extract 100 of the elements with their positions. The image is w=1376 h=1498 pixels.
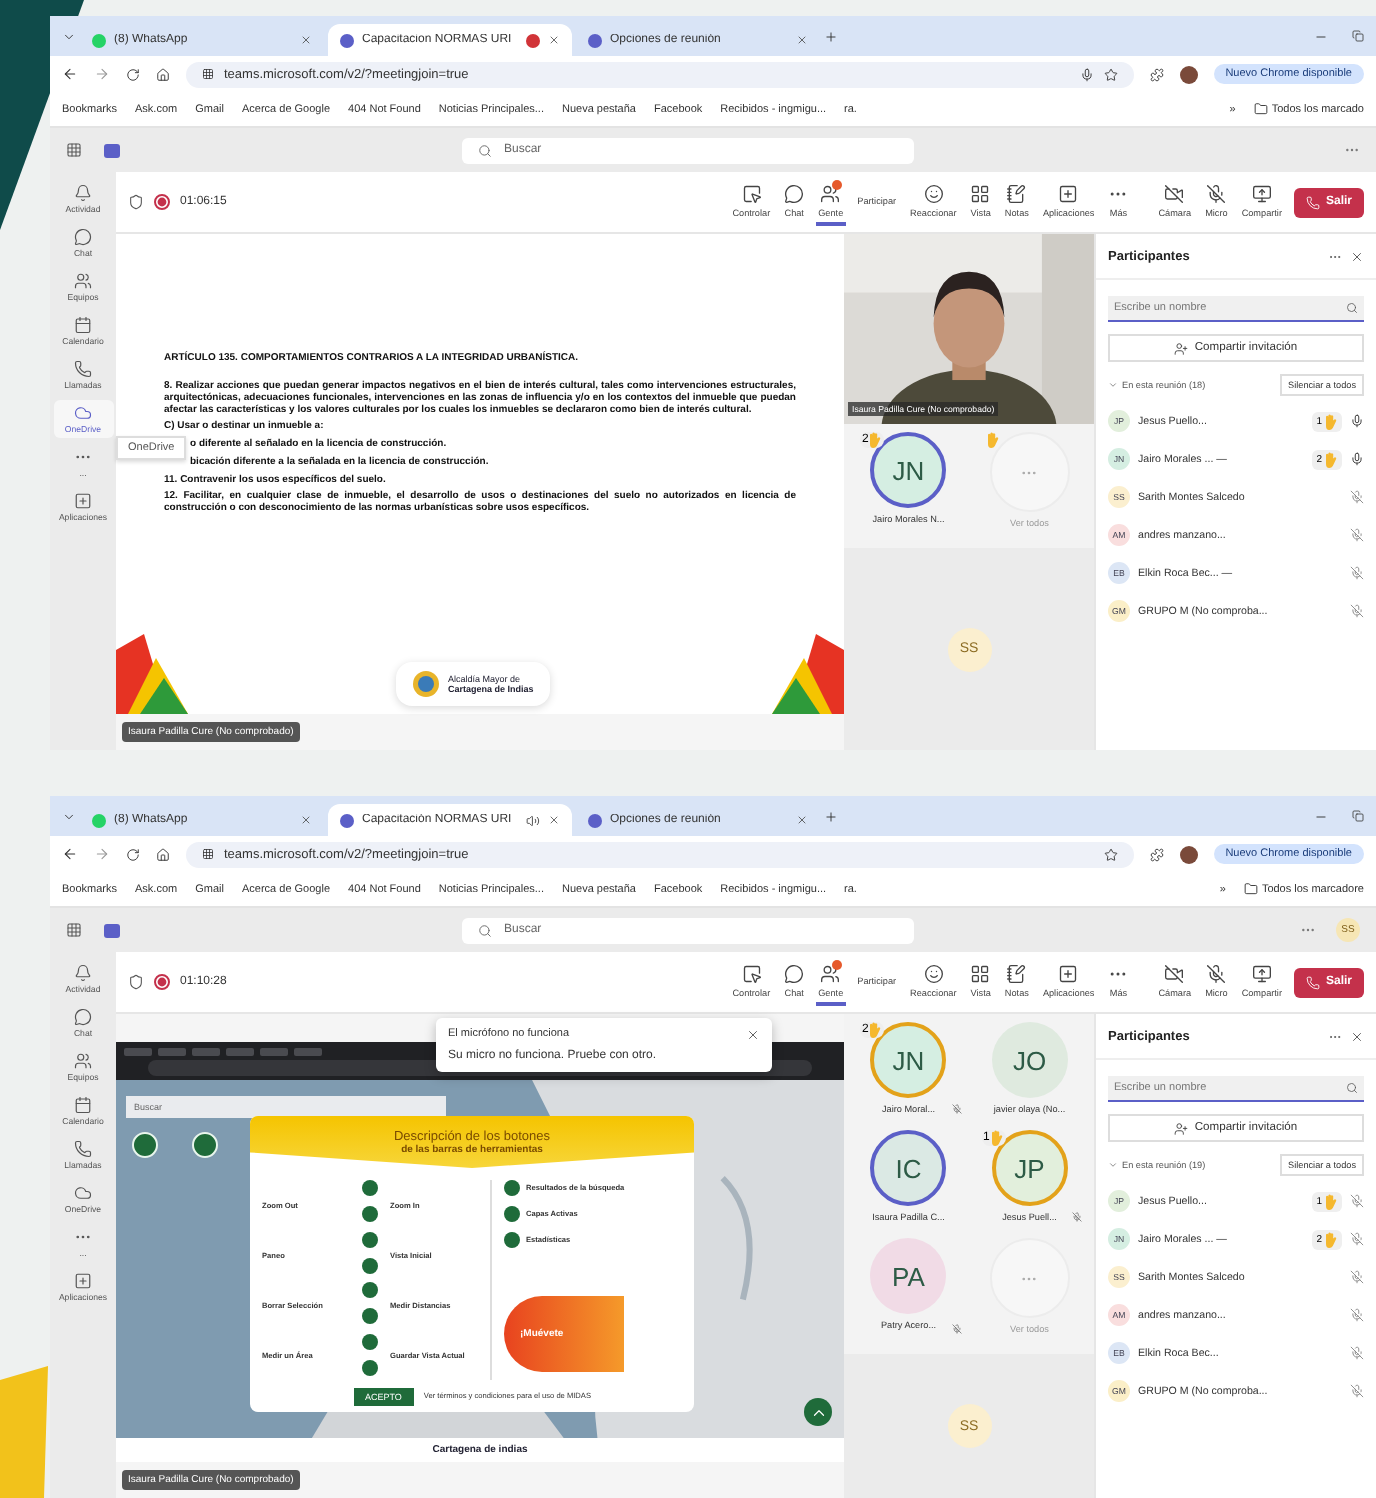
close-icon[interactable] xyxy=(796,814,808,826)
smiley-icon xyxy=(923,183,944,203)
forward-icon[interactable] xyxy=(94,66,110,82)
plus-square-icon xyxy=(74,492,92,510)
close-icon[interactable] xyxy=(548,814,560,826)
notification-dot xyxy=(831,959,842,969)
tool-circle-icon xyxy=(362,1359,378,1376)
recording-icon xyxy=(154,974,170,990)
speaker-icon xyxy=(526,813,540,827)
calendar-icon xyxy=(74,316,92,334)
tab-list-icon[interactable] xyxy=(62,29,76,43)
star-icon[interactable] xyxy=(1103,67,1118,81)
tool-circle-icon xyxy=(362,1205,378,1222)
close-icon[interactable] xyxy=(548,34,560,46)
participant-avatar: JO xyxy=(991,1022,1068,1098)
mic-off-icon xyxy=(951,1104,961,1114)
bell-icon xyxy=(74,184,92,202)
participant-avatar: JN xyxy=(870,432,947,508)
mic-off-icon xyxy=(1350,528,1364,542)
new-tab-icon[interactable] xyxy=(824,809,838,823)
add-person-icon xyxy=(1174,1121,1189,1135)
extensions-icon[interactable] xyxy=(1149,67,1164,81)
mic-off-icon xyxy=(1350,490,1364,504)
bell-icon xyxy=(74,964,92,982)
reload-icon[interactable] xyxy=(126,67,140,81)
teams-logo-icon xyxy=(102,921,122,939)
teams-icon xyxy=(340,813,354,827)
tool-circle-icon xyxy=(362,1334,378,1351)
search-icon xyxy=(1346,302,1358,314)
mic-off-icon xyxy=(1350,1194,1364,1208)
close-icon[interactable] xyxy=(796,34,808,46)
forward-icon[interactable] xyxy=(94,846,110,862)
close-icon[interactable] xyxy=(746,1028,760,1042)
chat-icon xyxy=(784,183,805,203)
grid-icon xyxy=(970,183,991,203)
raised-hand-icon xyxy=(868,1022,883,1038)
pointer-square-icon xyxy=(741,963,762,983)
app-launcher-icon[interactable] xyxy=(66,142,82,158)
reload-icon[interactable] xyxy=(126,847,140,861)
tab-list-icon[interactable] xyxy=(62,809,76,823)
close-icon[interactable] xyxy=(1350,249,1364,263)
people-icon xyxy=(74,1052,92,1070)
home-icon[interactable] xyxy=(156,847,170,861)
raised-hand-icon xyxy=(1324,413,1338,429)
mic-off-icon xyxy=(1350,1232,1364,1246)
mic-icon xyxy=(1350,414,1364,428)
whatsapp-icon xyxy=(92,33,106,47)
mic-off-icon xyxy=(1350,604,1364,618)
profile-avatar[interactable] xyxy=(1179,65,1198,83)
close-icon[interactable] xyxy=(300,34,312,46)
tool-circle-icon xyxy=(362,1257,378,1274)
raised-hand-icon xyxy=(1324,1231,1338,1247)
chat-icon xyxy=(74,1008,92,1026)
new-tab-icon[interactable] xyxy=(824,29,838,43)
participant-avatar: JN xyxy=(870,1022,947,1098)
phone-icon xyxy=(74,360,92,378)
tool-circle-icon xyxy=(362,1231,378,1248)
close-icon[interactable] xyxy=(1350,1029,1364,1043)
raised-hand-icon xyxy=(868,432,883,448)
plus-square-icon xyxy=(74,1272,92,1290)
mic-off-icon xyxy=(1350,1308,1364,1322)
restore-icon[interactable] xyxy=(1352,809,1364,821)
teams-icon xyxy=(588,813,602,827)
chat-icon xyxy=(784,963,805,983)
extensions-icon[interactable] xyxy=(1149,847,1164,861)
folder-icon xyxy=(1253,102,1268,116)
phone-icon xyxy=(74,1140,92,1158)
recording-icon xyxy=(526,33,540,47)
tool-circle-icon xyxy=(362,1308,378,1325)
close-icon[interactable] xyxy=(300,814,312,826)
mic-off-icon xyxy=(1350,1270,1364,1284)
teams-icon xyxy=(588,33,602,47)
restore-icon[interactable] xyxy=(1352,29,1364,41)
back-icon[interactable] xyxy=(62,846,78,862)
add-person-icon xyxy=(1174,341,1189,355)
shield-icon xyxy=(128,194,144,210)
shield-icon xyxy=(128,974,144,990)
tool-circle-icon xyxy=(362,1282,378,1299)
notes-icon xyxy=(1006,183,1027,203)
people-icon xyxy=(74,272,92,290)
people-icon xyxy=(820,183,841,203)
chevron-icon xyxy=(1108,1160,1118,1170)
plus-square-icon xyxy=(1058,183,1079,203)
home-icon[interactable] xyxy=(156,67,170,81)
folder-icon xyxy=(1243,882,1258,896)
mic-off-icon xyxy=(1206,963,1227,983)
mic-off-icon xyxy=(1350,1346,1364,1360)
plus-square-icon xyxy=(1058,963,1079,983)
back-icon[interactable] xyxy=(62,66,78,82)
app-launcher-icon[interactable] xyxy=(66,922,82,938)
site-info-icon xyxy=(202,848,214,860)
mic-off-icon xyxy=(1350,1384,1364,1398)
star-icon[interactable] xyxy=(1103,847,1118,861)
chat-icon xyxy=(74,228,92,246)
phone-icon xyxy=(1305,195,1320,209)
participant-avatar: JP xyxy=(991,1130,1068,1206)
pointer-square-icon xyxy=(741,183,762,203)
camera-off-icon xyxy=(1164,963,1185,983)
profile-avatar[interactable] xyxy=(1179,845,1198,863)
share-screen-icon xyxy=(1251,183,1272,203)
